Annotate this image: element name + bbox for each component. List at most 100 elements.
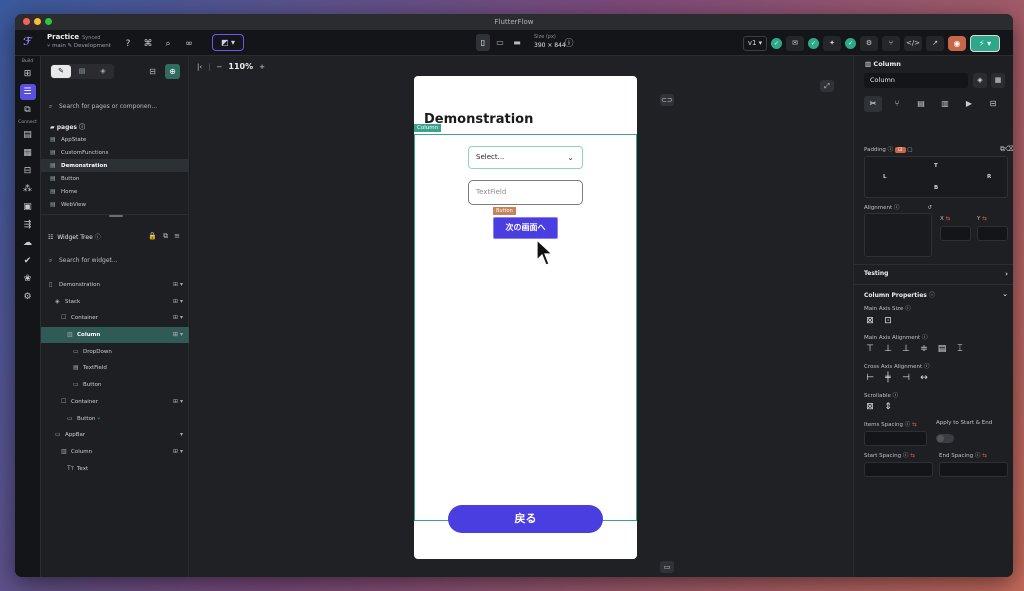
expand-icon[interactable]: ▾ bbox=[180, 427, 183, 443]
info-icon[interactable]: ⓘ bbox=[929, 292, 935, 299]
tab-pages-icon[interactable]: ✎ bbox=[51, 65, 71, 78]
tree-item-text[interactable]: Tт Text bbox=[41, 461, 189, 477]
info-icon[interactable]: ⓘ bbox=[79, 124, 85, 131]
apply-start-end-toggle[interactable] bbox=[936, 434, 954, 443]
add-child-icon[interactable]: ⊞ ▾ bbox=[173, 394, 183, 410]
page-item-customfunctions[interactable]: ▤ CustomFunctions bbox=[50, 146, 189, 159]
fullscreen-icon[interactable]: ⤢ bbox=[820, 80, 834, 92]
axis-min-icon[interactable]: ⊠ bbox=[864, 316, 876, 326]
media-icon[interactable]: ▣ bbox=[20, 199, 36, 215]
tab-settings-icon[interactable]: ⊟ bbox=[984, 96, 1002, 112]
info-icon[interactable]: ⓘ bbox=[563, 38, 575, 50]
page-item-webview[interactable]: ▤ WebView bbox=[50, 198, 189, 211]
collapse-icon[interactable]: ≡ bbox=[174, 232, 186, 240]
tab-actions-icon[interactable]: ⑂ bbox=[888, 96, 906, 112]
widget-tree-icon[interactable]: ☰ bbox=[19, 84, 36, 100]
tree-item-column-2[interactable]: ▥ Column ⊞ ▾ bbox=[41, 444, 189, 460]
scrollable-icon[interactable]: ⇕ bbox=[882, 402, 894, 412]
add-child-icon[interactable]: ⊞ ▾ bbox=[173, 310, 183, 326]
tree-item-textfield[interactable]: ▤ TextField bbox=[41, 360, 189, 376]
flow-icon[interactable]: ⇶ bbox=[20, 217, 36, 233]
minimize-window-button[interactable] bbox=[34, 18, 41, 25]
tab-assets-icon[interactable]: ◈ bbox=[93, 65, 113, 78]
palette-icon[interactable]: ❀ bbox=[20, 271, 36, 287]
tab-animation-icon[interactable]: ▶ bbox=[960, 96, 978, 112]
tree-item-button[interactable]: ▭ Button bbox=[41, 377, 189, 393]
external-link-icon[interactable]: ↗ bbox=[926, 36, 944, 51]
padding-left[interactable]: L bbox=[883, 174, 887, 180]
run-button[interactable]: ⚡ ▾ bbox=[970, 35, 1000, 52]
widget-name-input[interactable]: Column bbox=[864, 73, 968, 88]
textfield-widget[interactable]: TextField bbox=[468, 180, 583, 205]
api-icon[interactable]: ⊟ bbox=[20, 163, 36, 179]
padding-right[interactable]: R bbox=[987, 174, 991, 180]
more-options-icon[interactable]: ▦ bbox=[991, 73, 1005, 88]
space-around-icon[interactable]: ▤ bbox=[936, 344, 948, 354]
add-child-icon[interactable]: ⊞ ▾ bbox=[173, 327, 183, 343]
add-page-button-icon[interactable]: ⊕ bbox=[165, 64, 180, 79]
link-icon[interactable]: ⊂⊃ bbox=[660, 94, 674, 106]
padding-bottom[interactable]: B bbox=[934, 185, 938, 191]
phone-device-button[interactable]: ▯ bbox=[476, 34, 490, 51]
tree-item-demonstration[interactable]: ▯ Demonstration ⊞ ▾ bbox=[41, 277, 189, 293]
start-spacing-input[interactable] bbox=[864, 462, 933, 477]
wand-icon[interactable]: ✦ bbox=[823, 36, 841, 51]
zoom-out-button[interactable]: − bbox=[217, 63, 223, 71]
not-scrollable-icon[interactable]: ⊠ bbox=[864, 402, 876, 412]
add-child-icon[interactable]: ⊞ ▾ bbox=[173, 294, 183, 310]
tree-item-stack[interactable]: ◈ Stack ⊞ ▾ bbox=[41, 294, 189, 310]
cloud-icon[interactable]: ☁ bbox=[20, 235, 36, 251]
set-variable-icon[interactable]: ⇆ bbox=[946, 216, 951, 222]
cross-start-icon[interactable]: ⊢ bbox=[864, 373, 876, 383]
close-window-button[interactable] bbox=[23, 18, 30, 25]
nodes-icon[interactable]: ⁂ bbox=[20, 181, 36, 197]
zoom-level[interactable]: 110% bbox=[228, 62, 253, 71]
copy-icon[interactable]: ⧉ bbox=[163, 232, 174, 240]
database-icon[interactable]: ▤ bbox=[20, 127, 36, 143]
tree-item-column[interactable]: ▥ Column ⊞ ▾ bbox=[41, 327, 189, 343]
branch-icon[interactable]: ⑂ bbox=[882, 36, 900, 51]
design-canvas[interactable]: |‹ | − 110% + ⤢ Demonstration Column Sel… bbox=[190, 56, 852, 577]
space-between-icon[interactable]: ≑ bbox=[918, 344, 930, 354]
padding-square-icon[interactable]: ▢ bbox=[907, 147, 912, 153]
space-evenly-icon[interactable]: ⌶ bbox=[954, 344, 966, 354]
align-center-icon[interactable]: ⊥ bbox=[882, 344, 894, 354]
page-item-home[interactable]: ▤ Home bbox=[50, 185, 189, 198]
tree-item-button-2[interactable]: ▭ Button ⑂ bbox=[41, 411, 189, 427]
axis-max-icon[interactable]: ⊡ bbox=[882, 316, 894, 326]
zoom-window-button[interactable] bbox=[45, 18, 52, 25]
set-variable-icon[interactable]: ⇆ bbox=[912, 422, 917, 428]
check-icon[interactable]: ✓ bbox=[771, 38, 782, 49]
code-icon[interactable]: </> bbox=[904, 36, 922, 51]
flutterflow-logo-icon[interactable]: ℱ bbox=[23, 35, 37, 49]
page-item-demonstration[interactable]: ▤ Demonstration bbox=[41, 159, 189, 172]
align-x-input[interactable] bbox=[940, 226, 971, 241]
page-item-button[interactable]: ▤ Button bbox=[50, 172, 189, 185]
reset-icon[interactable]: ⌫ bbox=[1005, 145, 1013, 153]
cross-end-icon[interactable]: ⊣ bbox=[900, 373, 912, 383]
link-icon[interactable]: ∞ bbox=[183, 38, 195, 50]
padding-link-toggle[interactable]: ⊡ bbox=[894, 147, 906, 153]
help-icon[interactable]: ? bbox=[122, 38, 134, 50]
add-child-icon[interactable]: ⊞ ▾ bbox=[173, 444, 183, 460]
tree-item-dropdown[interactable]: ▭ DropDown bbox=[41, 344, 189, 360]
cross-stretch-icon[interactable]: ↔ bbox=[918, 373, 930, 383]
tab-layout-icon[interactable]: ▥ bbox=[936, 96, 954, 112]
comments-icon[interactable]: ✉ bbox=[786, 36, 804, 51]
align-y-input[interactable] bbox=[977, 226, 1008, 241]
items-spacing-input[interactable] bbox=[864, 431, 927, 446]
components-icon[interactable]: ⧉ bbox=[20, 102, 36, 118]
search-pages-input[interactable]: ⌕ Search for pages or componen... bbox=[49, 101, 187, 113]
tree-item-container-2[interactable]: ☐ Container ⊞ ▾ bbox=[41, 394, 189, 410]
project-info[interactable]: Practice Synced ⑂ main ✎ Development bbox=[47, 33, 111, 49]
dropdown-widget[interactable]: Select... ⌄ bbox=[468, 146, 583, 169]
desktop-device-button[interactable]: ▬ bbox=[510, 34, 524, 51]
pages-header[interactable]: ▰ pages ⓘ bbox=[50, 122, 85, 131]
test-icon[interactable]: ✔ bbox=[20, 253, 36, 269]
resize-handle[interactable] bbox=[109, 215, 123, 217]
zoom-in-button[interactable]: + bbox=[259, 63, 265, 71]
new-folder-icon[interactable]: ⊟ bbox=[145, 64, 160, 79]
phone-preview[interactable]: Demonstration Column Select... ⌄ TextFie… bbox=[414, 76, 637, 559]
search-icon[interactable]: ⌕ bbox=[162, 38, 174, 50]
padding-top[interactable]: T bbox=[934, 163, 938, 169]
